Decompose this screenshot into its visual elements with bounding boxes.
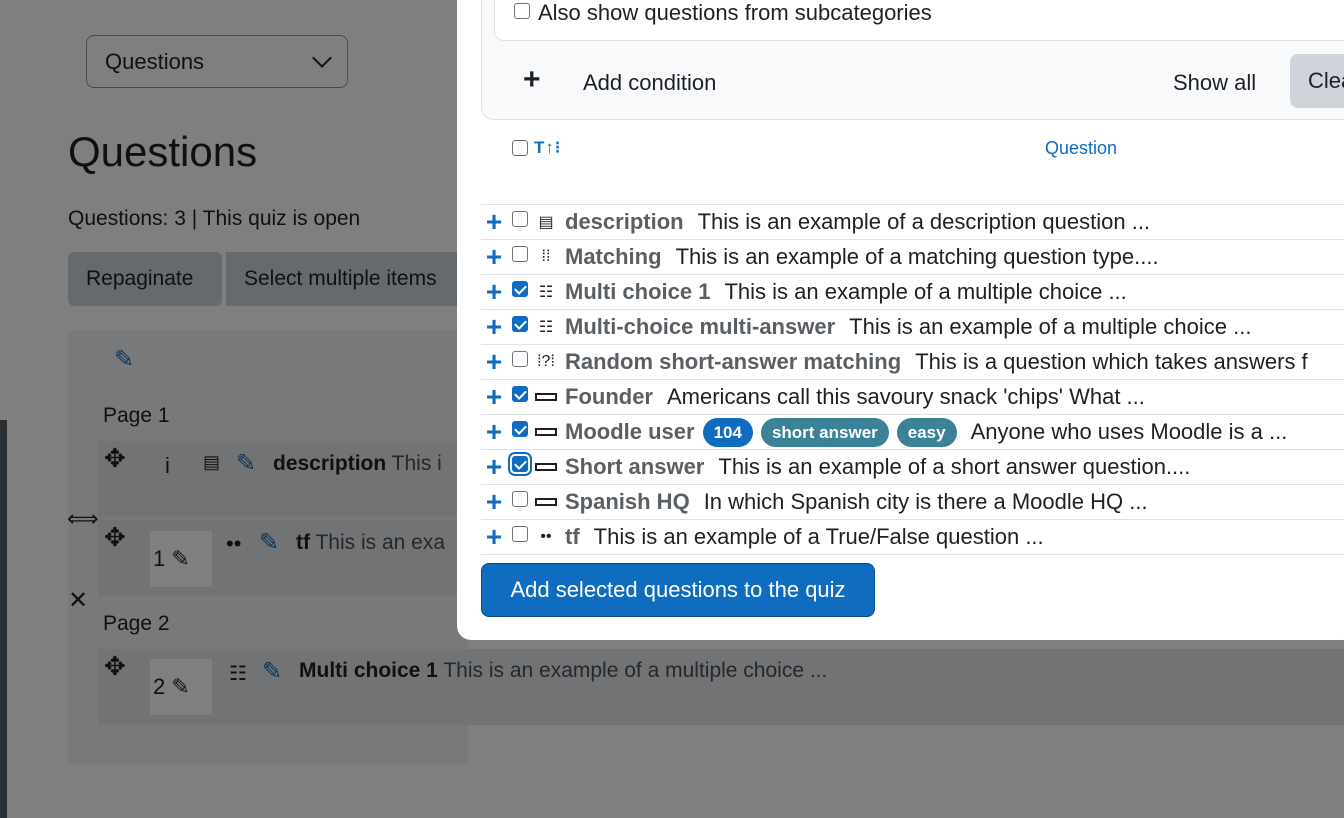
add-question-modal: Also show questions from subcategories +… xyxy=(457,0,1344,640)
question-checkbox[interactable] xyxy=(512,281,528,297)
question-name: tf xyxy=(565,524,580,549)
shortanswer-icon xyxy=(533,428,559,436)
question-text: This is an example of a description ques… xyxy=(697,209,1151,234)
clear-button[interactable]: Clea xyxy=(1290,54,1344,108)
sort-by-type-link[interactable]: T↑⁝ xyxy=(534,138,561,158)
question-text: This is an example of a multiple choice … xyxy=(724,279,1127,304)
shortanswer-icon xyxy=(533,498,559,506)
table-header: T↑⁝ xyxy=(512,136,561,160)
question-checkbox[interactable] xyxy=(512,526,528,542)
question-name: Matching xyxy=(565,244,662,269)
question-name: Founder xyxy=(565,384,653,409)
question-checkbox[interactable] xyxy=(512,491,528,507)
add-condition-button[interactable]: Add condition xyxy=(583,70,716,96)
question-name: Moodle user xyxy=(565,419,695,444)
question-text: This is an example of a matching questio… xyxy=(675,244,1159,269)
question-name: description xyxy=(565,209,684,234)
add-to-quiz-plus-icon[interactable]: + xyxy=(481,523,507,551)
shortanswer-icon xyxy=(533,393,559,401)
shortanswer-icon xyxy=(533,463,559,471)
question-checkbox[interactable] xyxy=(512,246,528,262)
question-checkbox[interactable] xyxy=(512,421,528,437)
question-checkbox[interactable] xyxy=(512,211,528,227)
add-to-quiz-plus-icon[interactable]: + xyxy=(481,418,507,446)
question-list: + ▤ description This is an example of a des… xyxy=(481,204,1344,555)
description-icon: ▤ xyxy=(538,214,554,231)
question-checkbox[interactable] xyxy=(512,386,528,402)
add-to-quiz-plus-icon[interactable]: + xyxy=(481,313,507,341)
select-all-checkbox[interactable] xyxy=(512,140,528,156)
drawer-edge xyxy=(0,420,7,818)
question-text: This is a question which takes answers f xyxy=(915,349,1308,374)
add-to-quiz-plus-icon[interactable]: + xyxy=(481,243,507,271)
question-row[interactable]: + Spanish HQ In which Spanish city is ther… xyxy=(481,485,1344,520)
question-row[interactable]: + ☷ Multi choice 1 This is an example of a … xyxy=(481,275,1344,310)
tag-badge[interactable]: 104 xyxy=(702,417,753,447)
add-to-quiz-plus-icon[interactable]: + xyxy=(481,453,507,481)
question-checkbox[interactable] xyxy=(512,351,528,367)
question-row[interactable]: + Short answer This is an example of a sho… xyxy=(481,450,1344,485)
random-matching-icon: ⁞?⁞ xyxy=(537,353,555,370)
question-row[interactable]: + ⁞⁞ Matching This is an example of a match… xyxy=(481,240,1344,275)
question-name: Spanish HQ xyxy=(565,489,690,514)
question-row[interactable]: + ▤ description This is an example of a des… xyxy=(481,205,1344,240)
question-checkbox[interactable] xyxy=(512,316,528,332)
condition-toolbar: + Add condition Show all Clea xyxy=(523,54,1344,108)
subcategories-label: Also show questions from subcategories xyxy=(538,0,932,25)
multichoice-icon: ☷ xyxy=(538,284,554,301)
question-text: Americans call this savoury snack 'chips… xyxy=(667,384,1145,409)
question-name: Multi-choice multi-answer xyxy=(565,314,836,339)
question-row[interactable]: + ⁞?⁞ Random short-answer matching This is … xyxy=(481,345,1344,380)
add-selected-button[interactable]: Add selected questions to the quiz xyxy=(481,563,875,617)
matching-icon: ⁞⁞ xyxy=(541,248,551,265)
question-text: In which Spanish city is there a Moodle … xyxy=(703,489,1148,514)
plus-icon[interactable]: + xyxy=(523,65,541,95)
question-text: This is an example of a multiple choice … xyxy=(849,314,1252,339)
subcategories-option[interactable]: Also show questions from subcategories xyxy=(514,0,932,26)
add-to-quiz-plus-icon[interactable]: + xyxy=(481,208,507,236)
subcategories-checkbox[interactable] xyxy=(514,3,530,19)
add-to-quiz-plus-icon[interactable]: + xyxy=(481,488,507,516)
truefalse-icon: •• xyxy=(540,528,552,545)
question-name: Short answer xyxy=(565,454,705,479)
question-row[interactable]: + •• tf This is an example of a True/False … xyxy=(481,520,1344,555)
multichoice-icon: ☷ xyxy=(538,319,554,336)
question-text: This is an example of a True/False quest… xyxy=(593,524,1044,549)
question-checkbox[interactable] xyxy=(512,456,528,472)
question-text: This is an example of a short answer que… xyxy=(718,454,1191,479)
show-all-button[interactable]: Show all xyxy=(1173,70,1256,96)
question-row[interactable]: + Founder Americans call this savoury snac… xyxy=(481,380,1344,415)
question-name: Multi choice 1 xyxy=(565,279,711,304)
sort-ascending-icon: ↑⁝ xyxy=(545,138,562,157)
question-name: Random short-answer matching xyxy=(565,349,902,374)
tag-badge[interactable]: short answer xyxy=(760,417,889,447)
add-to-quiz-plus-icon[interactable]: + xyxy=(481,278,507,306)
question-text: Anyone who uses Moodle is a ... xyxy=(970,419,1288,444)
tag-badge[interactable]: easy xyxy=(896,417,957,447)
add-to-quiz-plus-icon[interactable]: + xyxy=(481,383,507,411)
question-row[interactable]: + ☷ Multi-choice multi-answer This is an ex… xyxy=(481,310,1344,345)
question-row[interactable]: + Moodle user 104 short answer easy Anyone wh… xyxy=(481,415,1344,450)
add-to-quiz-plus-icon[interactable]: + xyxy=(481,348,507,376)
column-header-question[interactable]: Question xyxy=(1045,138,1117,159)
